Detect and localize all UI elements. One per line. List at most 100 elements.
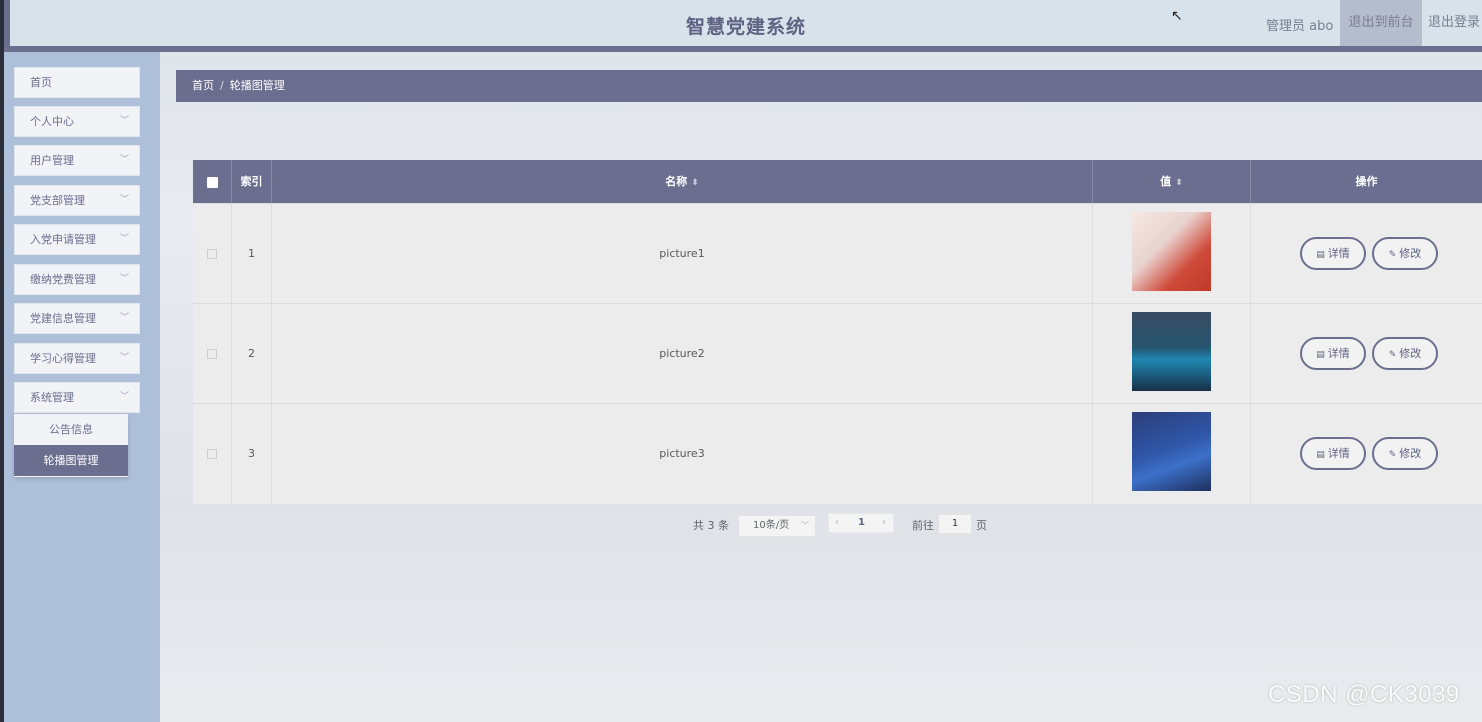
pagination-total: 共 3 条 [693, 519, 729, 532]
chevron-down-icon: ﹀ [119, 392, 129, 402]
top-header: 智慧党建系统 [4, 0, 1482, 52]
pencil-icon: ✎ [1388, 350, 1397, 360]
goto-page-input[interactable]: 1 [938, 514, 972, 534]
chevron-down-icon: ﹀ [801, 521, 809, 530]
carousel-thumbnail-image[interactable] [1132, 212, 1211, 291]
row-checkbox[interactable] [207, 449, 217, 459]
submenu-item-carousel[interactable]: 轮播图管理 [14, 445, 128, 476]
edit-button[interactable]: ✎ 修改 [1372, 237, 1438, 270]
row-name: picture3 [272, 404, 1093, 504]
breadcrumb-current: 轮播图管理 [229, 79, 285, 92]
row-image-cell [1093, 304, 1251, 404]
detail-button[interactable]: ▤ 详情 [1300, 337, 1366, 370]
page-size-select[interactable]: 10条/页 ﹀ [738, 515, 816, 537]
next-page-icon[interactable]: › [882, 514, 886, 532]
sidebar-item-label: 入党申请管理 [30, 233, 96, 246]
carousel-thumbnail-image[interactable] [1132, 412, 1211, 491]
pencil-icon: ✎ [1388, 450, 1397, 460]
row-actions: ▤ 详情 ✎ 修改 [1251, 204, 1482, 304]
sidebar-item-info-management[interactable]: 党建信息管理 ﹀ [14, 303, 140, 334]
mouse-cursor-icon: ↖ [1171, 8, 1183, 24]
sidebar-item-branch-management[interactable]: 党支部管理 ﹀ [14, 185, 140, 216]
document-icon: ▤ [1316, 450, 1325, 460]
chevron-down-icon: ﹀ [119, 313, 129, 323]
edit-button-label: 修改 [1399, 447, 1422, 460]
sidebar-item-label: 学习心得管理 [30, 352, 96, 365]
column-header-name[interactable]: 名称 ⬍ [272, 160, 1093, 203]
sidebar-item-application-management[interactable]: 入党申请管理 ﹀ [14, 224, 140, 255]
column-header-label: 索引 [240, 175, 263, 188]
sidebar-item-system-management[interactable]: 系统管理 ﹀ [14, 382, 140, 413]
select-all-checkbox[interactable] [206, 176, 218, 188]
sidebar-item-label: 个人中心 [30, 115, 74, 128]
row-checkbox[interactable] [207, 349, 217, 359]
pagination: 共 3 条 10条/页 ﹀ ‹ 1 › 前往 1 页 [0, 513, 1482, 537]
sidebar-item-dues-management[interactable]: 缴纳党费管理 ﹀ [14, 264, 140, 295]
row-index: 3 [232, 404, 272, 504]
sidebar-item-label: 用户管理 [30, 154, 74, 167]
column-header-label: 值 [1160, 175, 1172, 188]
chevron-down-icon: ﹀ [119, 353, 129, 363]
sidebar-item-home[interactable]: 首页 [14, 67, 140, 98]
row-select-cell [193, 204, 232, 304]
document-icon: ▤ [1316, 350, 1325, 360]
system-submenu: 公告信息 轮播图管理 [14, 414, 128, 477]
watermark: CSDN @CK3039 [1268, 681, 1460, 708]
column-header-label: 名称 [665, 175, 688, 188]
submenu-item-notices[interactable]: 公告信息 [14, 414, 128, 445]
row-actions: ▤ 详情 ✎ 修改 [1251, 404, 1482, 504]
sidebar-item-user-management[interactable]: 用户管理 ﹀ [14, 145, 140, 176]
header-bar: 智慧党建系统 [10, 0, 1482, 46]
row-name: picture2 [272, 304, 1093, 404]
back-to-front-button[interactable]: 退出到前台 [1340, 0, 1422, 46]
sort-icon[interactable]: ⬍ [691, 178, 699, 188]
edit-button[interactable]: ✎ 修改 [1372, 437, 1438, 470]
breadcrumb: 首页 / 轮播图管理 [176, 70, 1482, 102]
prev-page-icon[interactable]: ‹ [835, 514, 839, 532]
chevron-down-icon: ﹀ [119, 274, 129, 284]
column-header-ops: 操作 [1251, 160, 1482, 203]
table-header: 索引 名称 ⬍ 值 ⬍ 操作 [193, 160, 1482, 203]
current-user-label: 管理员 abo [1266, 19, 1334, 34]
detail-button-label: 详情 [1327, 247, 1350, 260]
goto-label: 前往 [912, 519, 934, 532]
sidebar-item-label: 党建信息管理 [30, 312, 96, 325]
document-icon: ▤ [1316, 250, 1325, 260]
page-unit-label: 页 [976, 519, 987, 532]
column-header-label: 操作 [1355, 175, 1378, 188]
detail-button-label: 详情 [1327, 447, 1350, 460]
current-page-number[interactable]: 1 [858, 514, 865, 532]
select-all-header [193, 160, 232, 203]
chevron-down-icon: ﹀ [119, 116, 129, 126]
chevron-down-icon: ﹀ [119, 155, 129, 165]
row-select-cell [193, 304, 232, 404]
detail-button[interactable]: ▤ 详情 [1300, 237, 1366, 270]
carousel-table: 索引 名称 ⬍ 值 ⬍ 操作 1 picture1 ▤ 详情 ✎ 修改 2 pict [193, 160, 1482, 504]
row-image-cell [1093, 204, 1251, 304]
detail-button-label: 详情 [1327, 347, 1350, 360]
sidebar-item-label: 系统管理 [30, 391, 74, 404]
sidebar-item-personal-center[interactable]: 个人中心 ﹀ [14, 106, 140, 137]
carousel-thumbnail-image[interactable] [1132, 312, 1211, 391]
row-index: 1 [232, 204, 272, 304]
table-row: 2 picture2 ▤ 详情 ✎ 修改 [193, 303, 1482, 404]
app-title: 智慧党建系统 [685, 16, 806, 38]
sort-icon[interactable]: ⬍ [1175, 178, 1183, 188]
breadcrumb-separator: / [220, 79, 224, 92]
pencil-icon: ✎ [1388, 250, 1397, 260]
page-navigator: ‹ 1 › [828, 513, 894, 533]
sidebar-item-label: 首页 [30, 76, 52, 89]
edit-button[interactable]: ✎ 修改 [1372, 337, 1438, 370]
column-header-value[interactable]: 值 ⬍ [1093, 160, 1251, 203]
logout-button[interactable]: 退出登录 [1428, 0, 1482, 46]
row-actions: ▤ 详情 ✎ 修改 [1251, 304, 1482, 404]
detail-button[interactable]: ▤ 详情 [1300, 437, 1366, 470]
sidebar-item-label: 缴纳党费管理 [30, 273, 96, 286]
edit-button-label: 修改 [1399, 247, 1422, 260]
row-image-cell [1093, 404, 1251, 504]
sidebar-item-study-notes-management[interactable]: 学习心得管理 ﹀ [14, 343, 140, 374]
row-name: picture1 [272, 204, 1093, 304]
chevron-down-icon: ﹀ [119, 195, 129, 205]
breadcrumb-home[interactable]: 首页 [192, 79, 214, 92]
row-checkbox[interactable] [207, 249, 217, 259]
